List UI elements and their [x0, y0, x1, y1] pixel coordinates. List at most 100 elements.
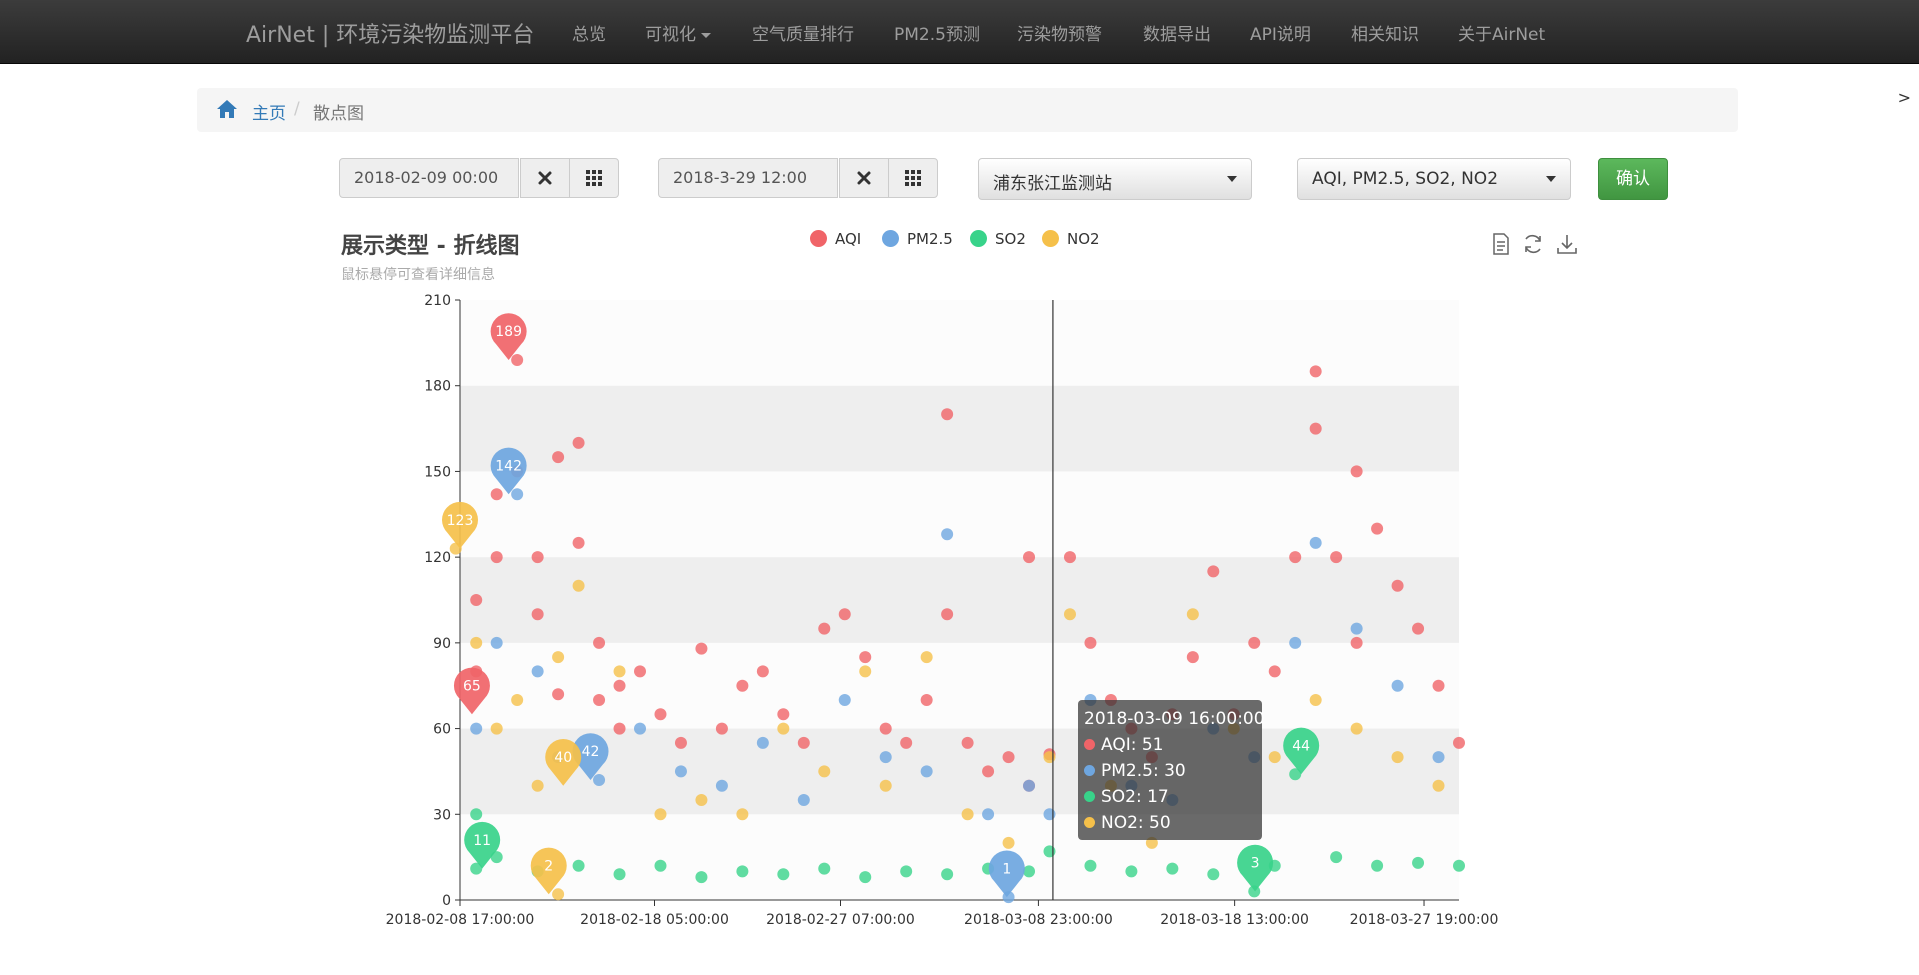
data-view-icon[interactable]	[1492, 233, 1510, 255]
scatter-point-aqi	[1002, 751, 1015, 764]
scatter-point-aqi	[674, 736, 687, 749]
y-tick-label: 60	[433, 722, 451, 738]
download-icon[interactable]	[1556, 233, 1578, 255]
scatter-point-aqi	[572, 436, 585, 449]
scatter-point-aqi	[1063, 551, 1076, 564]
scatter-point-so2	[900, 865, 913, 878]
scatter-point-aqi	[490, 551, 503, 564]
chart-tooltip: 2018-03-09 16:00:00 AQI: 51 PM2.5: 30 SO…	[1078, 700, 1265, 840]
scatter-point-pm25	[941, 528, 954, 541]
scatter-point-so2	[572, 859, 585, 872]
mark-point-label: 44	[1292, 738, 1310, 754]
scatter-point-no2	[961, 808, 974, 821]
scatter-point-aqi	[1432, 679, 1445, 692]
split-area-band	[460, 814, 1459, 900]
scatter-point-aqi	[920, 694, 933, 706]
scatter-point-aqi	[1391, 579, 1404, 592]
scatter-point-so2	[777, 868, 790, 881]
scatter-point-no2	[511, 694, 524, 706]
scatter-point-aqi	[941, 608, 954, 621]
x-tick-label: 2018-03-27 19:00:00	[1350, 912, 1499, 928]
mark-point-label: 42	[582, 744, 600, 760]
split-area-band	[460, 385, 1459, 472]
legend-label-pm25: PM2.5	[907, 230, 953, 248]
y-tick-label: 0	[442, 893, 451, 909]
legend-dot-no2	[1042, 230, 1059, 247]
scatter-point-pm25	[634, 722, 647, 735]
x-tick-label: 2018-03-18 13:00:00	[1160, 912, 1309, 928]
y-tick-label: 210	[424, 293, 451, 309]
tooltip-row-so2: SO2: 17	[1084, 784, 1256, 810]
scatter-point-aqi	[1371, 522, 1384, 535]
tooltip-row-no2: NO2: 50	[1084, 810, 1256, 836]
scatter-point-no2	[490, 722, 503, 735]
scatter-point-so2	[736, 865, 749, 878]
scatter-point-aqi	[736, 679, 749, 692]
scatter-point-aqi	[1268, 665, 1281, 678]
y-tick-label: 180	[424, 379, 451, 395]
legend-dot-pm25	[882, 230, 899, 247]
scatter-point-aqi	[961, 736, 974, 749]
legend-item-aqi[interactable]: AQI	[810, 230, 861, 248]
legend-item-so2[interactable]: SO2	[970, 230, 1026, 248]
scatter-point-pm25	[715, 779, 728, 792]
scatter-point-pm25	[470, 722, 483, 735]
scatter-point-so2	[1453, 859, 1465, 872]
scatter-point-aqi	[613, 679, 626, 692]
x-tick-label: 2018-02-27 07:00:00	[766, 912, 915, 928]
tooltip-row-pm25: PM2.5: 30	[1084, 758, 1256, 784]
scatter-point-aqi	[470, 594, 483, 606]
scatter-point-no2	[613, 665, 626, 678]
y-tick-label: 120	[424, 550, 451, 566]
mark-point-label: 123	[447, 513, 474, 529]
mark-point-label: 2	[544, 858, 553, 874]
scatter-point-pm25	[593, 774, 606, 786]
y-tick-label: 150	[424, 464, 451, 480]
scatter-point-pm25	[1391, 679, 1404, 692]
scatter-point-aqi	[879, 722, 892, 735]
mark-point-label: 65	[463, 678, 481, 694]
scatter-point-aqi	[1248, 636, 1261, 649]
scatter-point-so2	[818, 862, 831, 875]
legend-item-no2[interactable]: NO2	[1042, 230, 1100, 248]
scatter-point-so2	[1125, 865, 1138, 878]
x-tick-label: 2018-02-08 17:00:00	[386, 912, 535, 928]
tooltip-value-so2: SO2: 17	[1101, 787, 1169, 807]
scatter-point-no2	[859, 665, 872, 678]
scatter-point-pm25	[838, 694, 851, 706]
scatter-point-so2	[1207, 868, 1220, 881]
chart-subtitle: 鼠标悬停可查看详细信息	[341, 267, 495, 283]
scatter-point-aqi	[859, 651, 872, 664]
scatter-point-aqi	[1309, 365, 1322, 378]
scatter-point-no2	[552, 651, 565, 664]
scatter-point-pm25	[1309, 536, 1322, 549]
scatter-point-so2	[1330, 851, 1343, 864]
refresh-icon[interactable]	[1522, 233, 1544, 255]
y-tick-label: 90	[433, 636, 451, 652]
scatter-point-pm25	[531, 665, 544, 678]
scatter-point-aqi	[1084, 636, 1097, 649]
scatter-point-aqi	[531, 551, 544, 564]
scatter-point-so2	[941, 868, 954, 881]
scatter-point-aqi	[941, 408, 954, 421]
scatter-point-pm25	[1023, 779, 1036, 792]
legend-item-pm25[interactable]: PM2.5	[882, 230, 953, 248]
scatter-point-aqi	[838, 608, 851, 621]
scatter-chart: 0 30 60 90 120 150 180 210 2018-02-08 17:00:00 20…	[386, 293, 1499, 928]
scatter-point-pm25	[1350, 622, 1363, 635]
scatter-point-so2	[1023, 865, 1036, 878]
scatter-point-aqi	[654, 708, 667, 721]
scatter-point-aqi	[1412, 622, 1425, 635]
scatter-point-pm25	[490, 636, 503, 649]
scatter-point-so2	[1084, 859, 1097, 872]
split-area-band	[460, 557, 1459, 643]
mark-point-label: 11	[473, 833, 491, 849]
scatter-point-no2	[1432, 779, 1445, 792]
tooltip-dot-pm25	[1084, 765, 1095, 776]
scatter-point-aqi	[982, 765, 995, 778]
scatter-point-aqi	[777, 708, 790, 721]
scatter-point-no2	[1268, 751, 1281, 764]
legend-label-no2: NO2	[1067, 230, 1100, 248]
scatter-point-so2	[859, 871, 872, 884]
legend-dot-so2	[970, 230, 987, 247]
